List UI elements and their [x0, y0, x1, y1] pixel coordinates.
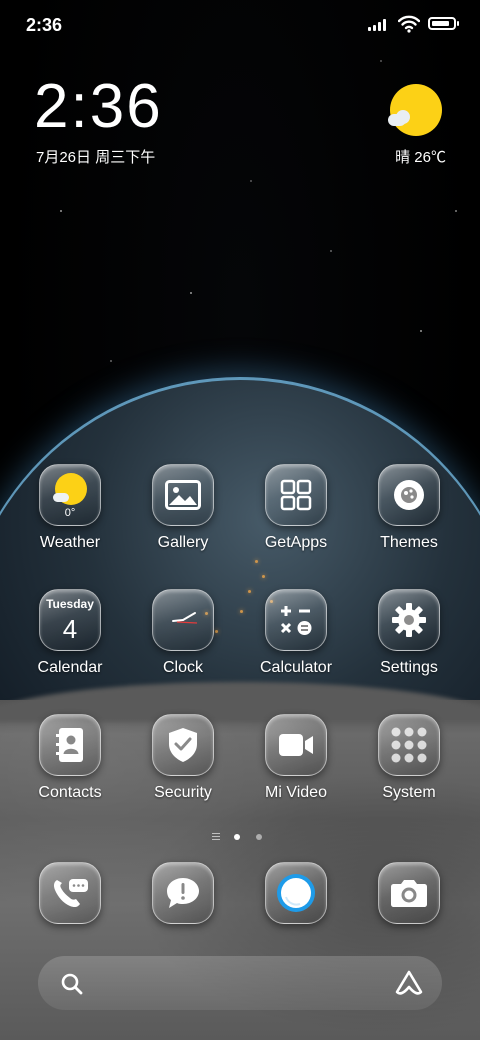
phone-icon: [39, 862, 101, 924]
app-label: Security: [154, 784, 212, 801]
video-icon: [265, 714, 327, 776]
folder-icon: [378, 714, 440, 776]
search-bar[interactable]: [38, 956, 442, 1010]
app-drawer-icon[interactable]: [211, 833, 220, 841]
calendar-day: Tuesday: [46, 597, 94, 611]
weather-widget-text[interactable]: 晴 26℃: [395, 146, 446, 167]
app-label: Mi Video: [265, 784, 327, 801]
page-dot-2[interactable]: [256, 833, 263, 840]
dock-messages[interactable]: [133, 862, 233, 924]
app-settings[interactable]: Settings: [359, 589, 459, 677]
battery-icon: [428, 17, 459, 30]
weather-icon: 0°: [39, 464, 101, 526]
dock-camera[interactable]: [359, 862, 459, 924]
contacts-icon: [39, 714, 101, 776]
app-weather[interactable]: 0° Weather: [20, 464, 120, 552]
messages-icon: [152, 862, 214, 924]
settings-icon: [378, 589, 440, 651]
security-icon: [152, 714, 214, 776]
clock-widget-time[interactable]: 2:36: [34, 76, 163, 138]
calendar-icon: Tuesday 4: [39, 589, 101, 651]
camera-icon: [378, 862, 440, 924]
clock-icon: [152, 589, 214, 651]
app-label: Gallery: [157, 534, 209, 551]
app-getapps[interactable]: GetApps: [246, 464, 346, 552]
app-clock[interactable]: Clock: [133, 589, 233, 677]
getapps-icon: [265, 464, 327, 526]
app-calendar[interactable]: Tuesday 4 Calendar: [20, 589, 120, 677]
app-label: Weather: [39, 534, 101, 551]
app-label: Calculator: [259, 659, 333, 676]
weather-temp: 0°: [64, 507, 76, 519]
page-indicator[interactable]: [0, 828, 480, 842]
app-security[interactable]: Security: [133, 714, 233, 802]
calendar-date: 4: [62, 614, 78, 644]
calculator-icon: [265, 589, 327, 651]
app-label: Calendar: [37, 659, 103, 676]
status-time: 2:36: [26, 15, 63, 35]
app-themes[interactable]: Themes: [359, 464, 459, 552]
app-system-folder[interactable]: System: [359, 714, 459, 802]
app-calculator[interactable]: Calculator: [246, 589, 346, 677]
app-label: System: [382, 784, 436, 801]
gallery-icon: [152, 464, 214, 526]
app-mi-video[interactable]: Mi Video: [246, 714, 346, 802]
weather-widget[interactable]: [386, 84, 446, 136]
status-bar: 2:36: [0, 0, 480, 50]
search-icon[interactable]: [60, 972, 84, 996]
app-gallery[interactable]: Gallery: [133, 464, 233, 552]
clock-widget-date[interactable]: 7月26日 周三下午: [36, 146, 155, 167]
app-label: Contacts: [38, 784, 102, 801]
app-label: Themes: [380, 534, 438, 551]
app-label: GetApps: [264, 534, 328, 551]
sunny-weather-icon: [388, 84, 442, 136]
wifi-icon: [398, 15, 420, 33]
app-label: Settings: [380, 659, 438, 676]
dock-browser[interactable]: [246, 862, 346, 924]
app-label: Clock: [162, 659, 203, 676]
signal-icon: [368, 17, 390, 31]
page-dot-1[interactable]: [234, 833, 240, 840]
themes-icon: [378, 464, 440, 526]
app-contacts[interactable]: Contacts: [20, 714, 120, 802]
browser-icon: [265, 862, 327, 924]
dock-phone[interactable]: [20, 862, 120, 924]
assistant-icon[interactable]: [394, 969, 424, 997]
